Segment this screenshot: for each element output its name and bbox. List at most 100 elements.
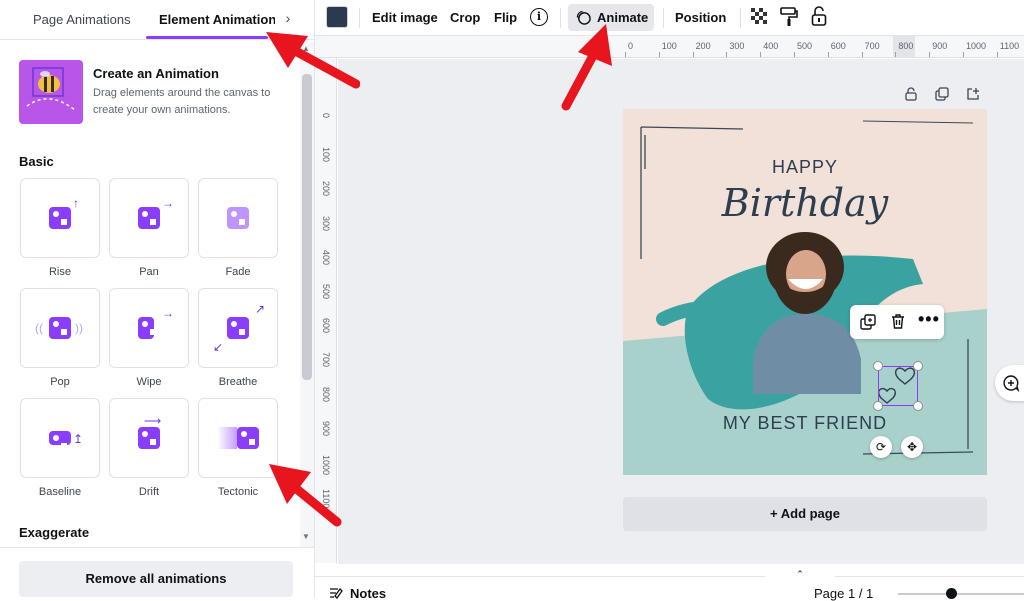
annotation-arrow xyxy=(561,24,612,111)
animation-tile[interactable]: → xyxy=(109,288,189,368)
animation-baseline[interactable]: ↥ Baseline xyxy=(20,398,100,498)
ruler-tick-label: 500 xyxy=(321,284,331,300)
zoom-slider-knob[interactable] xyxy=(945,588,957,599)
remove-all-animations-button[interactable]: Remove all animations xyxy=(19,561,293,597)
animation-tile[interactable]: ↥ xyxy=(20,398,100,478)
trash-icon[interactable] xyxy=(890,313,906,330)
notes-button[interactable]: Notes xyxy=(350,586,386,601)
arrow-right-icon: → xyxy=(162,306,174,320)
animation-fade[interactable]: Fade xyxy=(198,178,278,278)
tab-element-animations[interactable]: Element Animations xyxy=(159,12,275,27)
rotate-icon[interactable]: ⟳ xyxy=(870,436,892,458)
ruler-tick-label: 200 xyxy=(695,41,711,51)
resize-handle[interactable] xyxy=(873,401,883,411)
animation-label: Fade xyxy=(225,266,251,278)
ruler-tick-label: 500 xyxy=(797,41,813,51)
ruler-tick xyxy=(692,52,694,57)
section-title-exaggerate: Exaggerate xyxy=(19,525,90,540)
animation-wipe[interactable]: → Wipe xyxy=(109,288,189,388)
animation-rise[interactable]: ↑ Rise xyxy=(20,178,100,278)
animation-tile[interactable] xyxy=(198,178,278,258)
ruler-tick xyxy=(895,52,897,57)
crop-button[interactable]: Crop xyxy=(450,10,480,25)
horizontal-ruler: 0 100 200 300 400 500 600 700 800 900 1000 1100 xyxy=(315,36,1024,58)
annotation-arrow xyxy=(266,32,360,89)
tab-page-animations[interactable]: Page Animations xyxy=(33,12,131,27)
transparency-icon[interactable] xyxy=(751,8,769,26)
resize-handle[interactable] xyxy=(873,361,883,371)
panel-scrollbar-thumb[interactable] xyxy=(302,74,312,380)
chevron-right-icon[interactable]: › xyxy=(280,10,296,30)
animation-drift[interactable]: ⟶ Drift xyxy=(109,398,189,498)
edit-image-button[interactable]: Edit image xyxy=(372,10,438,25)
ruler-tick-label: 700 xyxy=(864,41,880,51)
flip-button[interactable]: Flip xyxy=(494,10,517,25)
card-text-best-friend: MY BEST FRIEND xyxy=(722,413,888,433)
animation-label: Wipe xyxy=(136,376,162,388)
duplicate-page-icon[interactable] xyxy=(935,87,949,101)
animation-label: Drift xyxy=(138,486,160,498)
animation-breathe[interactable]: ↗ ↙ Breathe xyxy=(198,288,278,388)
ruler-tick-label: 800 xyxy=(898,41,914,51)
move-icon[interactable]: ✥ xyxy=(901,436,923,458)
paint-roller-icon[interactable] xyxy=(780,7,798,27)
animation-tile[interactable]: → xyxy=(109,178,189,258)
animation-label: Pop xyxy=(50,376,70,388)
zoom-slider[interactable] xyxy=(898,593,1024,595)
selection-box[interactable] xyxy=(878,366,918,406)
active-tab-indicator xyxy=(146,36,268,39)
duplicate-icon[interactable] xyxy=(860,314,876,330)
animation-tile[interactable]: ⟶ xyxy=(109,398,189,478)
canvas-workspace: HAPPY Birthday MY BEST FRIEND ••• ⟳ ✥ + … xyxy=(338,59,1024,564)
element-context-menu: ••• xyxy=(850,305,944,339)
create-animation-title: Create an Animation xyxy=(93,66,219,81)
animation-label: Pan xyxy=(139,266,159,278)
ruler-tick-label: 100 xyxy=(661,41,677,51)
comment-button[interactable] xyxy=(995,365,1024,401)
animation-tile[interactable]: (( )) xyxy=(20,288,100,368)
motion-trail-icon xyxy=(217,427,237,449)
arrow-up-icon: ↑ xyxy=(73,196,79,210)
more-options-icon[interactable]: ••• xyxy=(918,309,940,330)
arrow-right-icon: ⟶ xyxy=(144,414,162,428)
color-swatch[interactable] xyxy=(326,6,348,28)
ruler-tick xyxy=(794,52,795,57)
ruler-tick-label: 0 xyxy=(628,41,634,51)
animation-tile[interactable]: ↗ ↙ xyxy=(198,288,278,368)
annotation-arrow xyxy=(269,464,342,527)
scroll-down-icon[interactable]: ▼ xyxy=(302,532,310,541)
animation-pan[interactable]: → Pan xyxy=(109,178,189,278)
toolbar-divider xyxy=(740,8,741,28)
ruler-tick xyxy=(827,52,829,57)
panel-footer: Remove all animations xyxy=(0,547,314,598)
resize-handle[interactable] xyxy=(913,361,923,371)
shapes-icon xyxy=(227,207,249,229)
ruler-tick-label: 400 xyxy=(321,249,331,265)
lock-icon[interactable] xyxy=(904,87,918,101)
design-page[interactable]: HAPPY Birthday MY BEST FRIEND xyxy=(623,109,987,475)
animation-label: Rise xyxy=(48,266,71,278)
animation-tile[interactable]: ↑ xyxy=(20,178,100,258)
chevron-up-icon[interactable]: ⌃ xyxy=(765,568,835,580)
position-button[interactable]: Position xyxy=(675,10,726,25)
ruler-tick xyxy=(996,52,998,57)
page-count[interactable]: Page 1 / 1 xyxy=(814,586,873,601)
create-animation-card[interactable]: Create an Animation Drag elements around… xyxy=(19,60,299,124)
resize-handle[interactable] xyxy=(913,401,923,411)
shapes-icon xyxy=(227,317,249,339)
info-icon[interactable]: i xyxy=(530,8,548,26)
ruler-tick-label: 1000 xyxy=(966,41,987,51)
toolbar-divider xyxy=(359,8,360,28)
lock-icon[interactable] xyxy=(811,6,827,26)
shapes-icon xyxy=(138,207,160,229)
add-page-button[interactable]: + Add page xyxy=(623,497,987,531)
shapes-icon xyxy=(49,207,71,229)
shapes-icon xyxy=(49,317,71,339)
shapes-icon xyxy=(138,427,160,449)
add-page-icon[interactable] xyxy=(966,87,980,101)
animation-pop[interactable]: (( )) Pop xyxy=(20,288,100,388)
arrow-diagonal-icon: ↗ xyxy=(255,302,266,316)
ruler-tick-label: 1100 xyxy=(999,41,1020,51)
shapes-icon xyxy=(237,427,259,449)
ruler-tick xyxy=(726,52,728,57)
